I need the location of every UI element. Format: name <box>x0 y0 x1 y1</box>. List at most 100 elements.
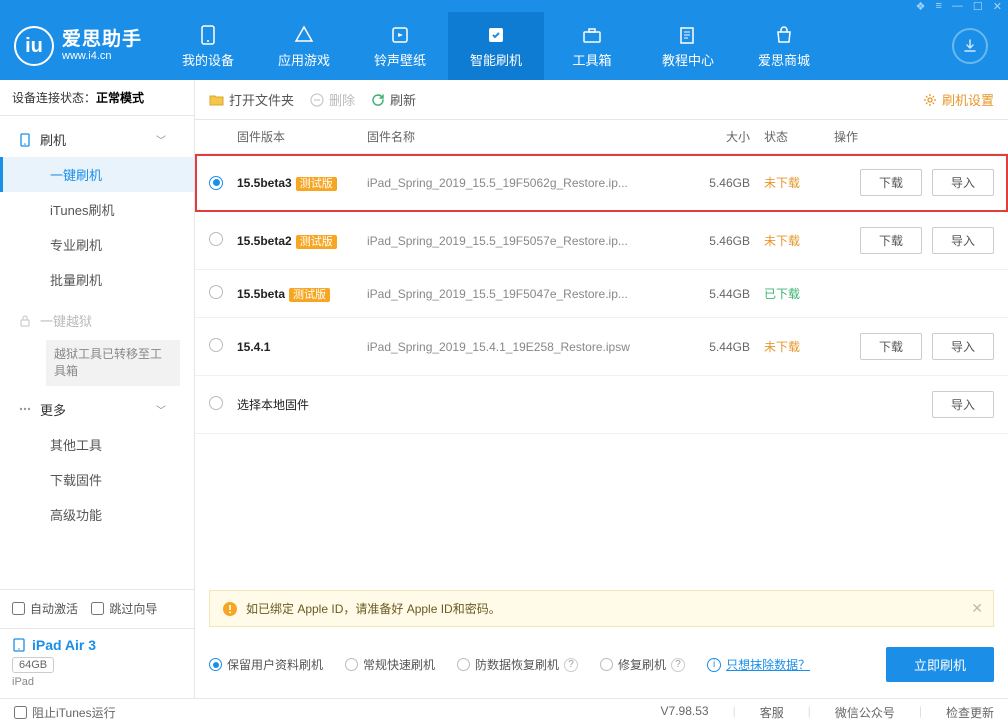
sidebar: 设备连接状态：正常模式 刷机 ﹀ 一键刷机iTunes刷机专业刷机批量刷机 一键… <box>0 80 195 698</box>
firmware-filename: iPad_Spring_2019_15.5_19F5057e_Restore.i… <box>367 234 694 248</box>
erase-data-link[interactable]: 只想抹除数据？ <box>726 656 810 673</box>
beta-badge: 测试版 <box>289 288 330 302</box>
col-name: 固件名称 <box>367 128 694 145</box>
window-titlebar: ❖ ≡ — ☐ ✕ <box>0 0 1008 12</box>
info-icon[interactable]: i <box>707 658 721 672</box>
nav-item-4[interactable]: 工具箱 <box>544 12 640 80</box>
firmware-radio[interactable] <box>209 285 237 302</box>
flash-option[interactable]: 防数据恢复刷机? <box>457 656 578 673</box>
firmware-row[interactable]: 选择本地固件导入 <box>195 376 1008 434</box>
nav-item-2[interactable]: 铃声壁纸 <box>352 12 448 80</box>
firmware-size: 5.46GB <box>694 234 764 248</box>
skip-guide-label: 跳过向导 <box>109 600 157 617</box>
titlebar-max-icon[interactable]: ☐ <box>973 0 983 13</box>
firmware-radio[interactable] <box>209 338 237 355</box>
tablet-icon <box>12 638 26 652</box>
beta-badge: 测试版 <box>296 235 337 249</box>
sidebar-group-more[interactable]: 更多 ﹀ <box>0 392 194 427</box>
delete-icon <box>310 93 324 107</box>
firmware-status: 未下载 <box>764 338 834 355</box>
nav-item-3[interactable]: 智能刷机 <box>448 12 544 80</box>
import-button[interactable]: 导入 <box>932 169 994 196</box>
flash-now-button[interactable]: 立即刷机 <box>886 647 994 682</box>
import-button[interactable]: 导入 <box>932 333 994 360</box>
connection-status: 设备连接状态：正常模式 <box>0 80 194 116</box>
download-indicator[interactable] <box>952 28 988 64</box>
flash-settings-button[interactable]: 刷机设置 <box>923 90 994 109</box>
flash-option[interactable]: 修复刷机? <box>600 656 685 673</box>
nav-item-0[interactable]: 我的设备 <box>160 12 256 80</box>
sidebar-item[interactable]: 专业刷机 <box>0 227 194 262</box>
firmware-row[interactable]: 15.5beta2测试版iPad_Spring_2019_15.5_19F505… <box>195 212 1008 270</box>
firmware-row[interactable]: 15.5beta3测试版iPad_Spring_2019_15.5_19F506… <box>195 154 1008 212</box>
flash-option[interactable]: 保留用户资料刷机 <box>209 656 323 673</box>
toolbar: 打开文件夹 删除 刷新 刷机设置 <box>195 80 1008 120</box>
sidebar-item[interactable]: 高级功能 <box>0 497 194 532</box>
firmware-status: 未下载 <box>764 174 834 191</box>
firmware-radio[interactable] <box>209 396 237 413</box>
sidebar-jailbreak: 一键越狱 <box>0 303 194 338</box>
firmware-version: 15.5beta测试版 <box>237 286 367 302</box>
nav-item-1[interactable]: 应用游戏 <box>256 12 352 80</box>
firmware-row[interactable]: 15.4.1iPad_Spring_2019_15.4.1_19E258_Res… <box>195 318 1008 376</box>
nav-icon <box>197 24 219 46</box>
nav: 我的设备 应用游戏铃声壁纸智能刷机工具箱教程中心爱思商城 <box>160 12 932 80</box>
chevron-down-icon: ﹀ <box>156 402 166 417</box>
header: iu 爱思助手 www.i4.cn 我的设备应用游戏铃声壁纸智能刷机工具箱教程中… <box>0 12 1008 80</box>
firmware-filename: iPad_Spring_2019_15.5_19F5047e_Restore.i… <box>367 287 694 301</box>
refresh-button[interactable]: 刷新 <box>371 90 416 109</box>
firmware-size: 5.46GB <box>694 176 764 190</box>
check-update-link[interactable]: 检查更新 <box>946 704 994 721</box>
block-itunes-checkbox[interactable]: 阻止iTunes运行 <box>14 704 116 721</box>
firmware-row[interactable]: 15.5beta测试版iPad_Spring_2019_15.5_19F5047… <box>195 270 1008 318</box>
warning-icon <box>222 601 238 617</box>
help-icon[interactable]: ? <box>564 658 578 672</box>
footer: 阻止iTunes运行 V7.98.53 | 客服 | 微信公众号 | 检查更新 <box>0 698 1008 725</box>
help-icon[interactable]: ? <box>671 658 685 672</box>
titlebar-close-icon[interactable]: ✕ <box>993 0 1002 13</box>
flash-option[interactable]: 常规快速刷机 <box>345 656 435 673</box>
option-label: 常规快速刷机 <box>363 656 435 673</box>
device-info: iPad Air 3 64GB iPad <box>0 628 194 698</box>
import-button[interactable]: 导入 <box>932 391 994 418</box>
download-button[interactable]: 下载 <box>860 333 922 360</box>
nav-label: 爱思商城 <box>758 50 810 69</box>
firmware-filename: iPad_Spring_2019_15.5_19F5062g_Restore.i… <box>367 176 694 190</box>
nav-label: 我的设备 <box>182 50 234 69</box>
titlebar-menu-icon[interactable]: ≡ <box>935 0 941 12</box>
download-button[interactable]: 下载 <box>860 227 922 254</box>
sidebar-item[interactable]: iTunes刷机 <box>0 192 194 227</box>
flash-options: 保留用户资料刷机常规快速刷机防数据恢复刷机?修复刷机?i只想抹除数据？立即刷机 <box>195 637 1008 698</box>
auto-activate-checkbox[interactable]: 自动激活 <box>12 600 78 617</box>
sidebar-item[interactable]: 批量刷机 <box>0 262 194 297</box>
firmware-ops: 下载导入 <box>834 227 994 254</box>
refresh-label: 刷新 <box>390 90 416 109</box>
nav-icon <box>677 24 699 46</box>
sidebar-group-flash[interactable]: 刷机 ﹀ <box>0 122 194 157</box>
nav-item-5[interactable]: 教程中心 <box>640 12 736 80</box>
close-notice-button[interactable]: ✕ <box>971 600 983 617</box>
chevron-down-icon: ﹀ <box>156 132 166 147</box>
sidebar-item[interactable]: 下载固件 <box>0 462 194 497</box>
option-label: 防数据恢复刷机 <box>475 656 559 673</box>
wechat-link[interactable]: 微信公众号 <box>835 704 895 721</box>
sidebar-item[interactable]: 一键刷机 <box>0 157 194 192</box>
firmware-radio[interactable] <box>209 232 237 249</box>
import-button[interactable]: 导入 <box>932 227 994 254</box>
delete-label: 删除 <box>329 90 355 109</box>
device-name[interactable]: iPad Air 3 <box>12 637 182 653</box>
open-folder-button[interactable]: 打开文件夹 <box>209 90 294 109</box>
sidebar-item[interactable]: 其他工具 <box>0 427 194 462</box>
connection-status-label: 设备连接状态： <box>12 91 96 105</box>
auto-activate-label: 自动激活 <box>30 600 78 617</box>
kefu-link[interactable]: 客服 <box>760 704 784 721</box>
logo-icon: iu <box>14 26 54 66</box>
skip-guide-checkbox[interactable]: 跳过向导 <box>91 600 157 617</box>
download-button[interactable]: 下载 <box>860 169 922 196</box>
app-title: 爱思助手 <box>62 30 142 51</box>
titlebar-min-icon[interactable]: — <box>952 0 963 12</box>
titlebar-cards-icon[interactable]: ❖ <box>916 0 926 13</box>
firmware-radio[interactable] <box>209 175 237 190</box>
nav-item-6[interactable]: 爱思商城 <box>736 12 832 80</box>
col-size: 大小 <box>694 128 764 145</box>
